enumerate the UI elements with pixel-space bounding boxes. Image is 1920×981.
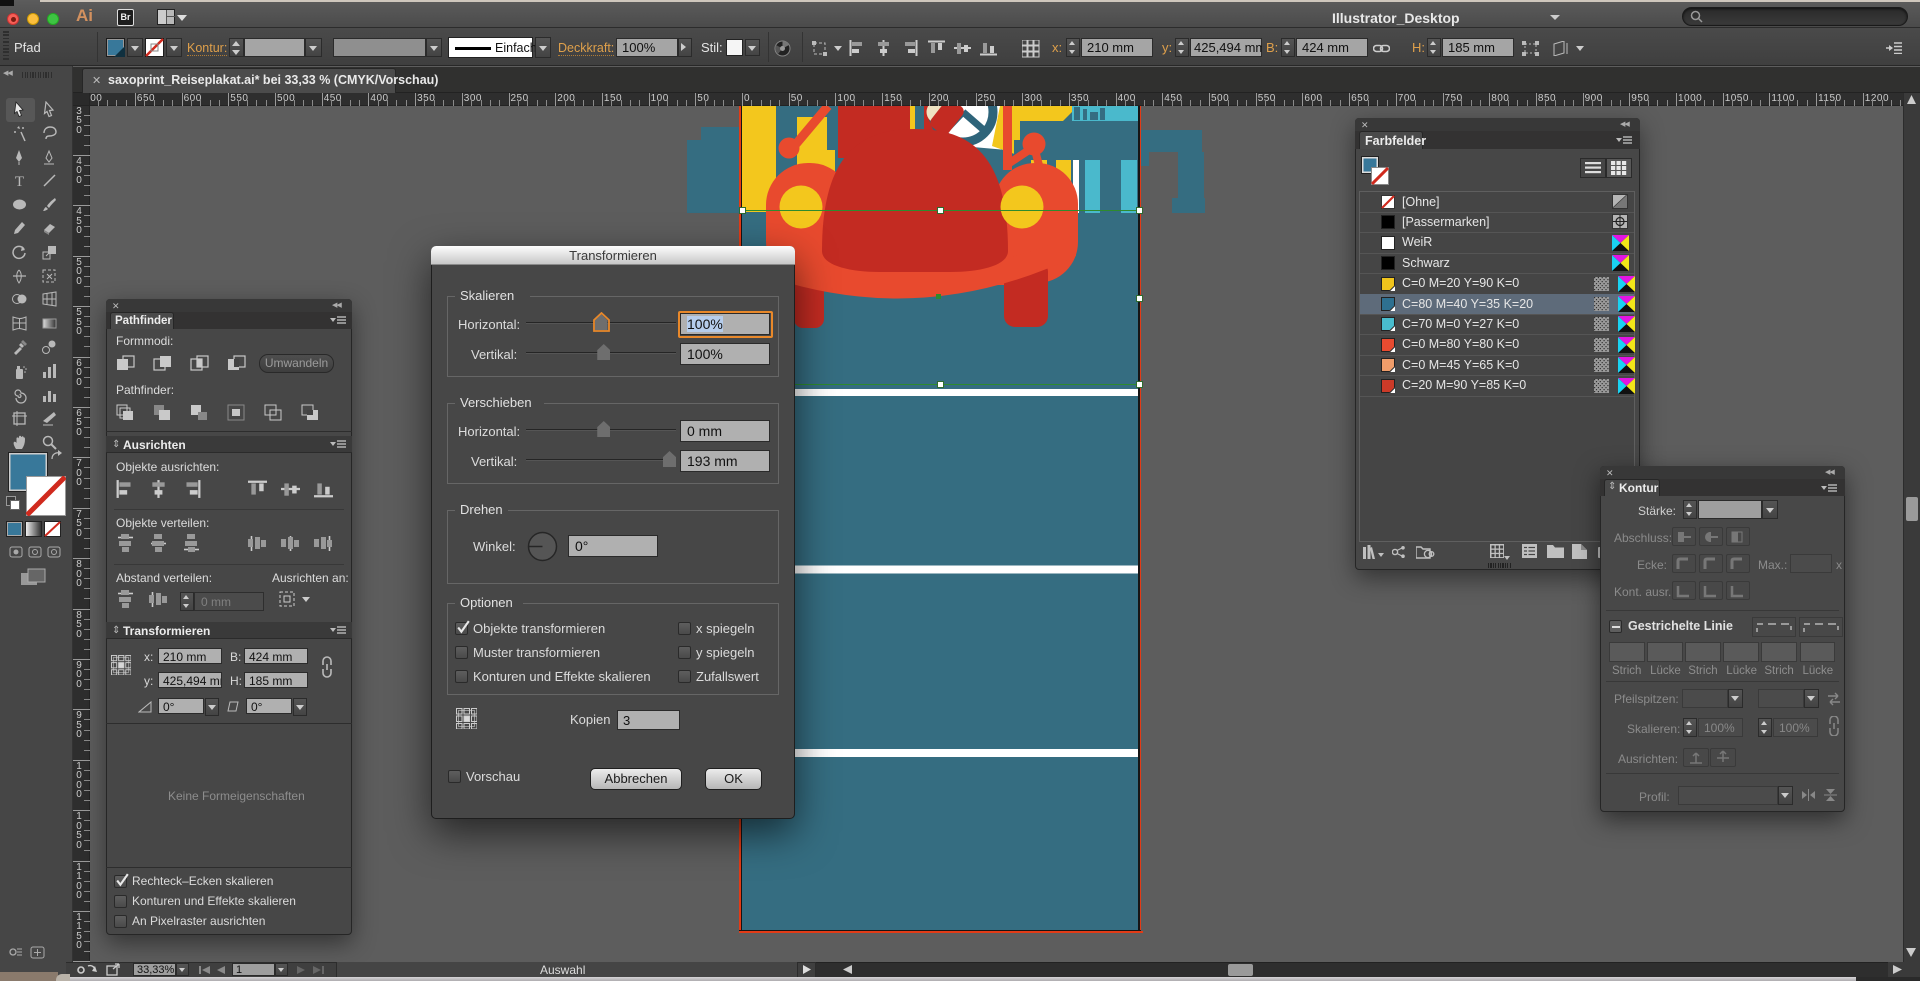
svg-text:T: T bbox=[15, 174, 24, 189]
